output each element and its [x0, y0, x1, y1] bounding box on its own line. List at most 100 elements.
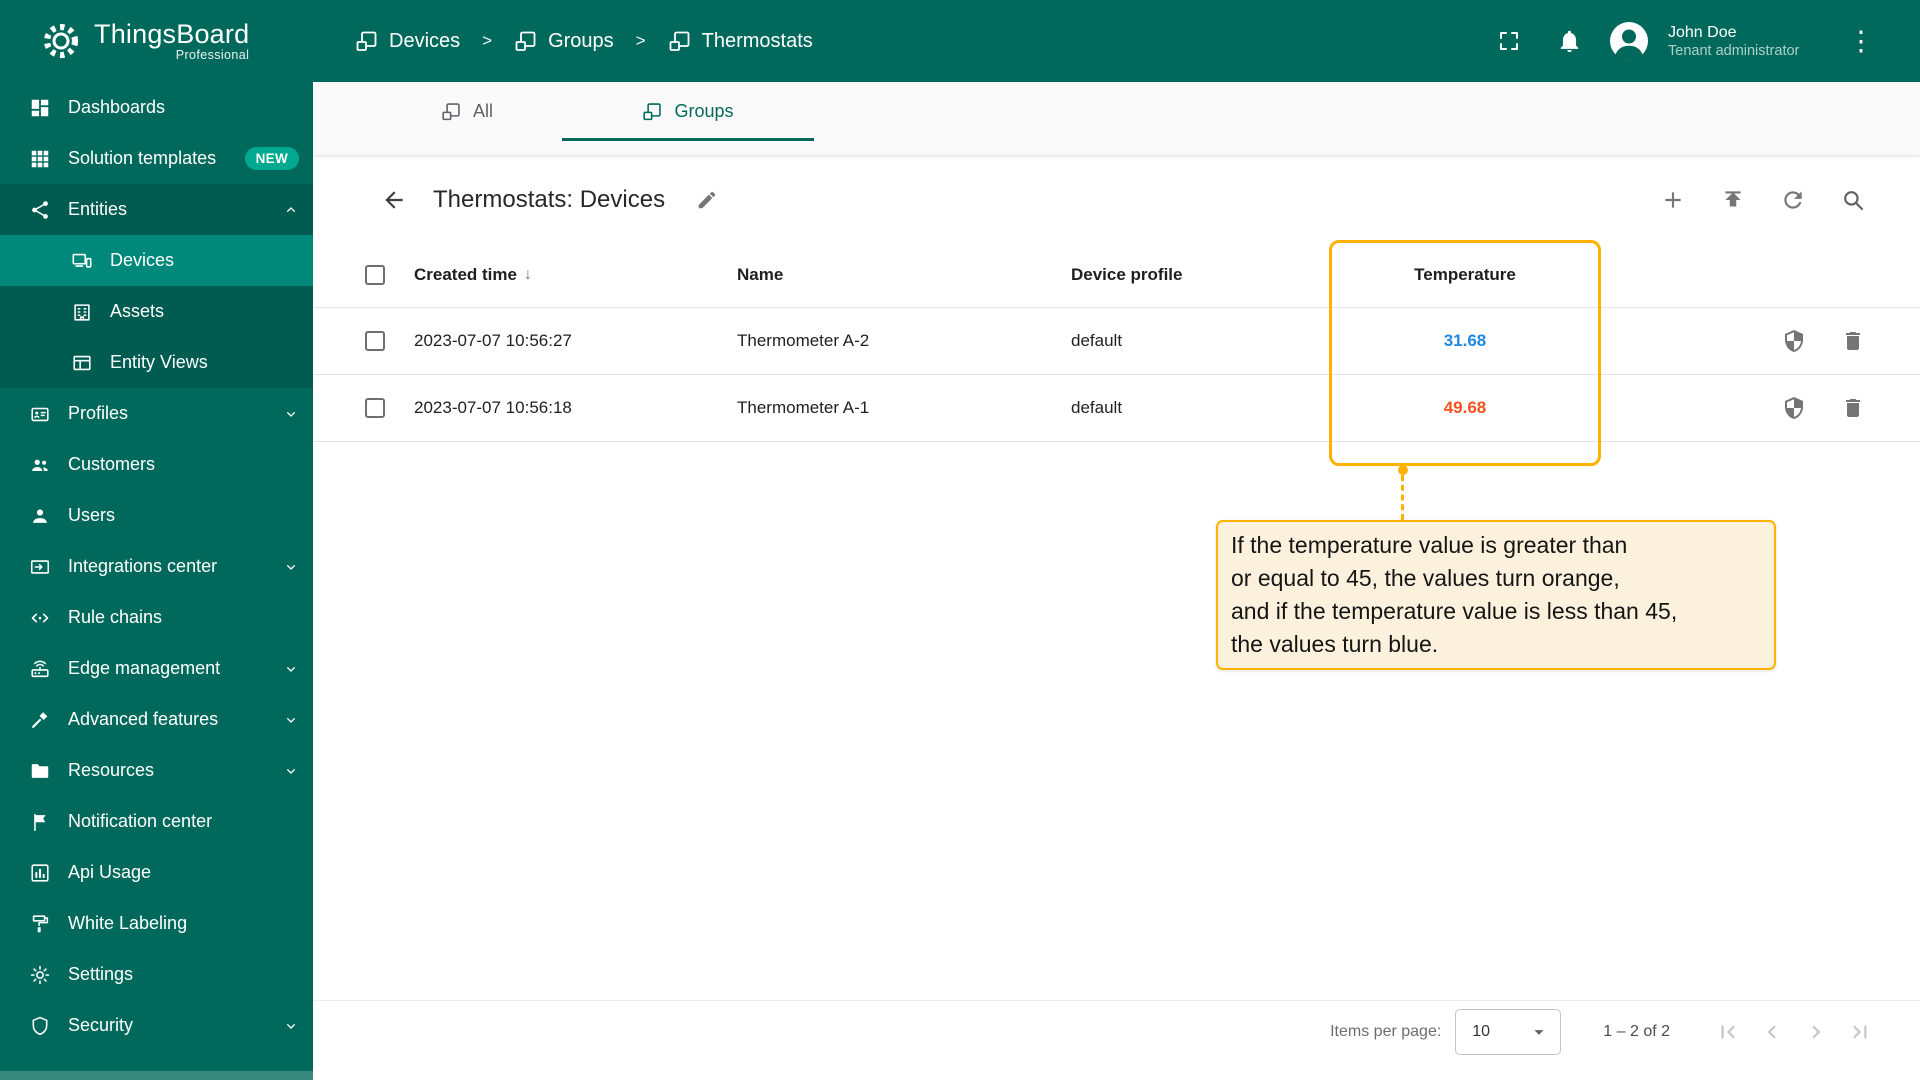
import-button[interactable]	[1711, 178, 1755, 222]
device-group-icon	[643, 103, 662, 121]
edge-management-icon	[31, 660, 49, 677]
sidebar-item-white-labeling[interactable]: White Labeling	[0, 898, 313, 949]
notifications-button[interactable]	[1546, 18, 1592, 64]
breadcrumb-groups[interactable]: Groups	[514, 29, 614, 53]
device-profile-cell: default	[1071, 398, 1123, 417]
column-header-temperature[interactable]: Temperature	[1329, 265, 1601, 285]
created-time-cell: 2023-07-07 10:56:27	[414, 331, 572, 350]
table-header-row: Created time ↓ Name Device profile Tempe…	[313, 242, 1920, 308]
user-block[interactable]: John Doe Tenant administrator	[1668, 23, 1818, 59]
next-page-button[interactable]	[1794, 1010, 1838, 1054]
page-size-select[interactable]: 10	[1455, 1008, 1562, 1055]
sidebar-item-label: Solution templates	[68, 148, 217, 168]
device-group-icon	[442, 103, 460, 121]
table-row[interactable]: 2023-07-07 10:56:27 Thermometer A-2 defa…	[313, 308, 1920, 375]
kebab-menu-icon: ⋮	[1847, 25, 1875, 56]
column-label: Created time	[414, 264, 517, 284]
delete-button[interactable]	[1841, 396, 1865, 420]
name-cell: Thermometer A-1	[737, 398, 870, 417]
sidebar-item-customers[interactable]: Customers	[0, 439, 313, 490]
select-all-checkbox[interactable]	[365, 264, 385, 285]
sidebar-item-label: Assets	[110, 301, 165, 321]
callout-connector-line	[1401, 475, 1404, 520]
page-size-value: 10	[1472, 1022, 1491, 1040]
edit-title-button[interactable]	[685, 178, 729, 222]
page-title: Thermostats: Devices	[433, 185, 666, 213]
sidebar-item-devices[interactable]: Devices	[0, 235, 313, 286]
search-icon	[1844, 190, 1864, 210]
name-cell: Thermometer A-2	[737, 331, 870, 350]
search-button[interactable]	[1831, 178, 1875, 222]
profiles-icon	[31, 407, 49, 421]
sidebar-item-resources[interactable]: Resources	[0, 745, 313, 796]
device-group-icon	[356, 31, 377, 51]
fullscreen-button[interactable]	[1486, 18, 1532, 64]
sidebar-item-label: Customers	[68, 454, 156, 474]
column-header-created-time[interactable]: Created time ↓	[414, 265, 737, 285]
callout-connector-dot	[1398, 465, 1408, 475]
sidebar-item-users[interactable]: Users	[0, 490, 313, 541]
breadcrumb-devices[interactable]: Devices	[355, 29, 460, 53]
row-checkbox[interactable]	[365, 398, 385, 418]
sidebar-item-label: Advanced features	[68, 709, 219, 729]
manage-credentials-button[interactable]	[1782, 329, 1806, 353]
temperature-cell: 49.68	[1443, 398, 1487, 417]
last-page-button[interactable]	[1838, 1010, 1882, 1054]
tab-label: All	[472, 101, 493, 121]
sidebar-item-entities[interactable]: Entities	[0, 184, 313, 235]
pagination-range: 1 – 2 of 2	[1603, 1022, 1670, 1040]
sidebar-item-rule-chains[interactable]: Rule chains	[0, 592, 313, 643]
back-button[interactable]	[371, 177, 417, 223]
sidebar-item-label: Api Usage	[68, 862, 152, 882]
sidebar-item-dashboards[interactable]: Dashboards	[0, 82, 313, 133]
settings-gear-icon	[30, 965, 50, 984]
sidebar-item-advanced-features[interactable]: Advanced features	[0, 694, 313, 745]
sidebar-item-notification-center[interactable]: Notification center	[0, 796, 313, 847]
tab-groups[interactable]: Groups	[562, 82, 814, 141]
delete-button[interactable]	[1841, 329, 1865, 353]
annotation-line: and if the temperature value is less tha…	[1231, 598, 1678, 624]
chevron-down-icon	[287, 768, 295, 774]
add-entity-button[interactable]	[1651, 178, 1695, 222]
header-menu-button[interactable]: ⋮	[1838, 18, 1884, 64]
sidebar-item-label: Resources	[68, 760, 155, 780]
add-icon	[1665, 191, 1681, 208]
refresh-button[interactable]	[1771, 178, 1815, 222]
upload-icon	[1725, 190, 1741, 206]
pencil-icon	[698, 191, 716, 208]
sidebar-item-settings[interactable]: Settings	[0, 949, 313, 1000]
sidebar-item-label: Rule chains	[68, 607, 163, 627]
table-row[interactable]: 2023-07-07 10:56:18 Thermometer A-1 defa…	[313, 375, 1920, 442]
sidebar-item-assets[interactable]: Assets	[0, 286, 313, 337]
api-usage-icon	[31, 863, 49, 882]
sidebar-item-label: Profiles	[68, 403, 129, 423]
breadcrumb-thermostats[interactable]: Thermostats	[668, 29, 813, 53]
chevron-down-icon	[287, 717, 295, 723]
device-profile-cell: default	[1071, 331, 1123, 350]
previous-page-button[interactable]	[1750, 1010, 1794, 1054]
sidebar-item-api-usage[interactable]: Api Usage	[0, 847, 313, 898]
sidebar-item-security[interactable]: Security	[0, 1000, 313, 1051]
sidebar-item-solution-templates[interactable]: Solution templates NEW	[0, 133, 313, 184]
sidebar-item-label: Settings	[68, 964, 134, 984]
thingsboard-logo[interactable]: ThingsBoard Professional	[0, 19, 313, 63]
app-edition: Professional	[175, 48, 250, 63]
sidebar-item-label: Security	[68, 1015, 134, 1035]
sidebar-item-edge-management[interactable]: Edge management	[0, 643, 313, 694]
items-per-page-label: Items per page:	[1330, 1022, 1442, 1040]
tab-all[interactable]: All	[372, 82, 562, 141]
avatar[interactable]	[1606, 18, 1652, 64]
first-page-icon	[1721, 1025, 1735, 1038]
first-page-button[interactable]	[1706, 1010, 1750, 1054]
manage-credentials-button[interactable]	[1782, 396, 1806, 420]
chevron-left-icon	[1767, 1025, 1776, 1038]
sidebar-item-integrations-center[interactable]: Integrations center	[0, 541, 313, 592]
row-checkbox[interactable]	[365, 331, 385, 351]
column-header-name[interactable]: Name	[737, 265, 1071, 285]
chevron-down-icon	[287, 666, 295, 672]
breadcrumb-label: Thermostats	[701, 29, 813, 52]
tab-bar: All Groups	[313, 82, 1920, 141]
sidebar-item-entity-views[interactable]: Entity Views	[0, 337, 313, 388]
sidebar-item-profiles[interactable]: Profiles	[0, 388, 313, 439]
column-header-device-profile[interactable]: Device profile	[1071, 265, 1329, 285]
